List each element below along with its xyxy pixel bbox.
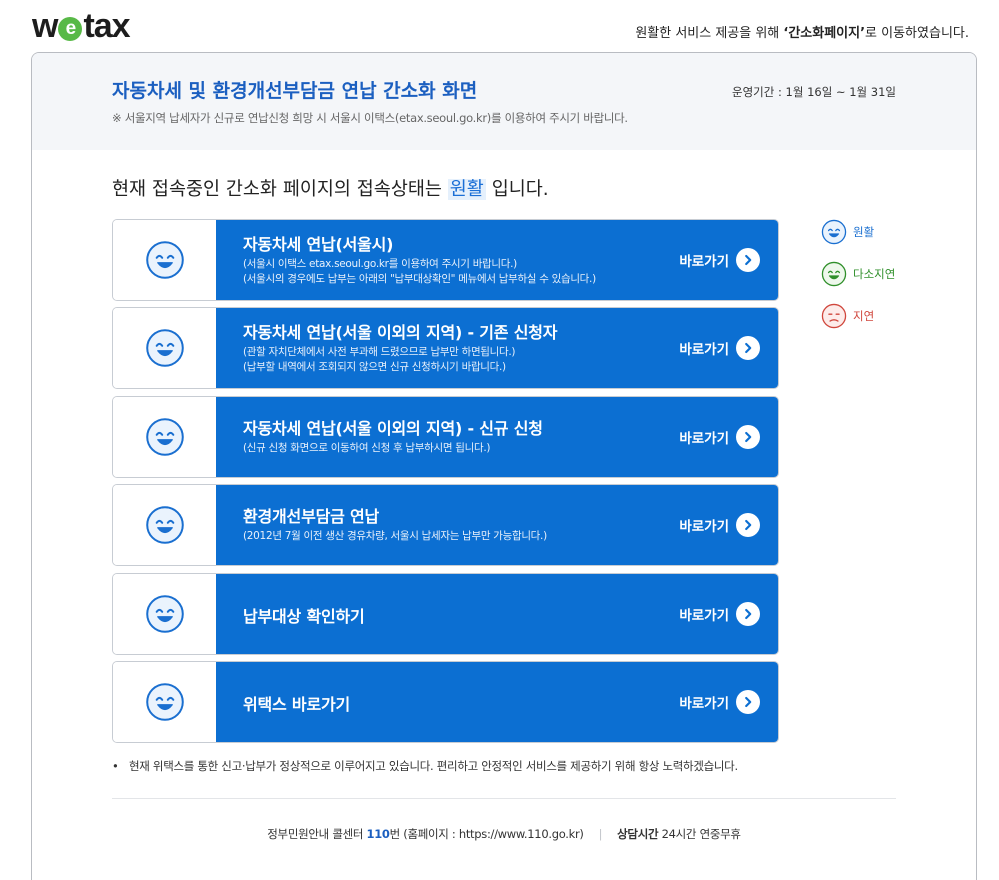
service-panel[interactable]: 위택스 바로가기 바로가기 (216, 661, 778, 742)
divider (112, 798, 896, 799)
go-button[interactable]: 바로가기 (679, 336, 760, 361)
smile-face-icon (113, 573, 216, 654)
service-row[interactable]: 납부대상 확인하기 바로가기 (112, 572, 779, 655)
status-value: 원활 (447, 179, 486, 200)
smile-face-icon (113, 396, 216, 477)
service-description: (관할 자치단체에서 사전 부과해 드렸으므로 납부만 하면됩니다.) (납부할 … (243, 346, 516, 374)
service-row[interactable]: 자동차세 연납(서울 이외의 지역) - 기존 신청자 (관할 자치단체에서 사전… (112, 307, 779, 390)
service-panel[interactable]: 환경개선부담금 연납 (2012년 7월 이전 생산 경유차량, 서울시 납세자는… (216, 485, 778, 566)
service-title: 자동차세 연납(서울시) (243, 235, 394, 254)
chevron-right-icon (736, 336, 760, 361)
wetax-logo[interactable]: w e tax (32, 6, 131, 46)
service-row[interactable]: 자동차세 연납(서울 이외의 지역) - 신규 신청 (신규 신청 화면으로 이동… (112, 395, 779, 478)
service-title: 자동차세 연납(서울 이외의 지역) - 기존 신청자 (243, 323, 558, 343)
chevron-right-icon (736, 424, 760, 449)
go-button[interactable]: 바로가기 (679, 248, 760, 272)
service-notice: 현재 위택스를 통한 신고·납부가 정상적으로 이루어지고 있습니다. 편리하고… (112, 758, 738, 774)
smile-face-icon (113, 485, 216, 566)
chevron-right-icon (736, 689, 760, 714)
smile-face-icon (113, 661, 216, 742)
legend-moderate: 다소지연 (821, 261, 895, 287)
legend-slow: 지연 (821, 303, 895, 329)
service-row[interactable]: 위택스 바로가기 바로가기 (112, 660, 779, 743)
service-title: 납부대상 확인하기 (243, 606, 365, 626)
service-panel[interactable]: 자동차세 연납(서울시) (서울시 이택스 etax.seoul.go.kr를 이… (216, 220, 778, 300)
go-button[interactable]: 바로가기 (679, 601, 760, 626)
seoul-notice: ※ 서울지역 납세자가 신규로 연납신청 희망 시 서울시 이택스(etax.s… (112, 111, 628, 125)
go-button[interactable]: 바로가기 (679, 689, 760, 714)
smile-face-icon (113, 220, 216, 300)
service-title: 위택스 바로가기 (243, 694, 351, 714)
service-title: 자동차세 연납(서울 이외의 지역) - 신규 신청 (243, 418, 543, 438)
redirect-notice: 원활한 서비스 제공을 위해 ‘간소화페이지’로 이동하였습니다. (635, 26, 969, 41)
chevron-right-icon (736, 601, 760, 626)
service-panel[interactable]: 납부대상 확인하기 바로가기 (216, 573, 778, 654)
service-row[interactable]: 환경개선부담금 연납 (2012년 7월 이전 생산 경유차량, 서울시 납세자는… (112, 484, 779, 567)
service-list: 자동차세 연납(서울시) (서울시 이택스 etax.seoul.go.kr를 이… (112, 219, 779, 749)
footer-callcenter: 정부민원안내 콜센터 110번 (홈페이지 : https://www.110.… (267, 827, 741, 841)
service-panel[interactable]: 자동차세 연납(서울 이외의 지역) - 기존 신청자 (관할 자치단체에서 사전… (216, 308, 778, 389)
chevron-right-icon (736, 513, 760, 538)
service-row[interactable]: 자동차세 연납(서울시) (서울시 이택스 etax.seoul.go.kr를 이… (112, 219, 779, 301)
simplified-page-card: 자동차세 및 환경개선부담금 연납 간소화 화면 ※ 서울지역 납세자가 신규로… (31, 52, 977, 880)
go-button[interactable]: 바로가기 (679, 424, 760, 449)
service-description: (신규 신청 화면으로 이동하여 신청 후 납부하시면 됩니다.) (243, 441, 491, 454)
smile-face-icon (821, 219, 847, 245)
card-header: 자동차세 및 환경개선부담금 연납 간소화 화면 ※ 서울지역 납세자가 신규로… (32, 53, 976, 150)
service-panel[interactable]: 자동차세 연납(서울 이외의 지역) - 신규 신청 (신규 신청 화면으로 이동… (216, 396, 778, 477)
smile-face-icon (113, 308, 216, 389)
go-button[interactable]: 바로가기 (679, 513, 760, 538)
chevron-right-icon (736, 248, 760, 272)
service-description: (2012년 7월 이전 생산 경유차량, 서울시 납세자는 납부만 가능합니다… (243, 530, 547, 543)
service-title: 환경개선부담금 연납 (243, 507, 380, 527)
connection-status: 현재 접속중인 간소화 페이지의 접속상태는 원활 입니다. (112, 179, 549, 200)
top-bar: w e tax 원활한 서비스 제공을 위해 ‘간소화페이지’로 이동하였습니다. (0, 0, 999, 52)
status-legend: 원활 다소지연 지연 (821, 219, 895, 345)
service-description: (서울시 이택스 etax.seoul.go.kr를 이용하여 주시기 바랍니다… (243, 258, 596, 285)
operation-period: 운영기간 : 1월 16일 ~ 1월 31일 (732, 85, 896, 99)
sad-face-icon (821, 303, 847, 329)
smile-face-icon (821, 261, 847, 287)
legend-good: 원활 (821, 219, 895, 245)
page-title: 자동차세 및 환경개선부담금 연납 간소화 화면 (112, 80, 478, 102)
